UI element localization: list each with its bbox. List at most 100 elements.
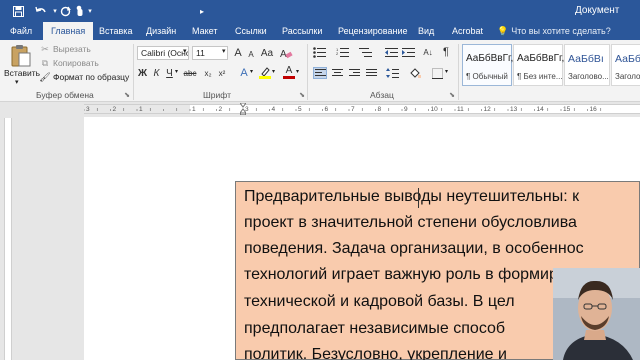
font-color-icon[interactable]: A — [283, 65, 295, 76]
multilevel-list-icon[interactable] — [358, 46, 372, 58]
align-right-icon[interactable] — [347, 67, 361, 79]
sort-icon[interactable]: A↓ — [421, 46, 435, 58]
paste-dropdown-icon[interactable]: ▾ — [15, 78, 19, 86]
paragraph-line[interactable]: проект в значительной степени обусловлив… — [244, 214, 577, 232]
ruler-number: 16 — [589, 106, 597, 113]
paragraph-line[interactable]: Предварительные выводы неутешительны: к — [244, 188, 579, 206]
indent-marker-icon[interactable] — [240, 103, 246, 115]
horizontal-ruler[interactable]: 3 2 1 1 2 3 4 5 6 7 8 9 10 11 12 13 14 15 16 — [0, 102, 640, 116]
show-formatting-icon[interactable]: ¶ — [440, 46, 452, 58]
paragraph-line[interactable]: поведения. Задача организации, в особенн… — [244, 240, 584, 258]
ruler-number: 15 — [563, 106, 571, 113]
copy-icon: ⧉ — [41, 57, 49, 68]
shrink-font-icon[interactable]: A — [246, 48, 256, 60]
tab-review[interactable]: Рецензирование — [338, 22, 408, 40]
font-launcher-icon[interactable]: ⬊ — [298, 91, 306, 99]
font-color-dropdown-icon[interactable]: ▾ — [296, 68, 299, 75]
paste-button-label[interactable]: Вставить — [4, 68, 40, 78]
tab-file[interactable]: Файл — [10, 22, 32, 40]
style-sample: АаБбВ — [615, 53, 640, 65]
borders-dropdown-icon[interactable]: ▾ — [445, 68, 448, 75]
borders-icon[interactable] — [430, 67, 444, 79]
separator — [458, 44, 459, 100]
customize-toolbar-icon[interactable]: ▾ — [86, 3, 94, 19]
ruler-ticks — [84, 108, 602, 111]
style-sample: АаБбВı — [568, 53, 604, 65]
ruler-number: 3 — [86, 106, 90, 113]
ruler-number: 1 — [192, 106, 196, 113]
ruler-number: 4 — [271, 106, 276, 113]
style-heading-1[interactable]: АаБбВı Заголово... — [564, 44, 610, 86]
highlight-dropdown-icon[interactable]: ▾ — [272, 68, 275, 75]
style-no-spacing[interactable]: АаБбВвГг, ¶ Без инте... — [513, 44, 564, 86]
separator — [133, 44, 134, 100]
ruler-number: 8 — [377, 106, 382, 113]
subscript-button[interactable]: x₂ — [202, 67, 214, 79]
tab-mailings[interactable]: Рассылки — [282, 22, 322, 40]
font-color-bar — [283, 76, 295, 79]
paragraph-line[interactable]: технической и кадровой базы. В цел — [244, 293, 515, 311]
format-painter-icon: 🖌 — [39, 71, 51, 82]
paste-icon[interactable] — [8, 43, 34, 69]
paragraph-line[interactable]: предполагает независимые способ — [244, 320, 505, 338]
tab-view[interactable]: Вид — [418, 22, 434, 40]
ruler-strip: 3 2 1 1 2 3 4 5 6 7 8 9 10 11 12 13 14 15 16 — [84, 104, 640, 114]
text-cursor — [418, 188, 419, 208]
paragraph-line[interactable]: политик. Безусловно, укрепление и — [244, 346, 507, 360]
tab-references[interactable]: Ссылки — [235, 22, 267, 40]
undo-icon[interactable] — [31, 3, 51, 19]
ruler-number: 5 — [298, 106, 302, 113]
tab-acrobat[interactable]: Acrobat — [452, 22, 483, 40]
paragraph-launcher-icon[interactable]: ⬊ — [448, 91, 456, 99]
text-effects-dropdown-icon[interactable]: ▾ — [250, 68, 253, 75]
ruler-number: 13 — [510, 106, 518, 113]
cut-button[interactable]: Вырезать — [53, 44, 91, 54]
clipboard-launcher-icon[interactable]: ⬊ — [123, 91, 131, 99]
grow-font-icon[interactable]: A — [232, 46, 244, 60]
word-window: ▾ ▾ ▸ Документ Файл Главная Вставка Диза… — [0, 0, 640, 360]
document-title: Документ — [575, 5, 620, 16]
tab-layout[interactable]: Макет — [192, 22, 217, 40]
format-painter-button[interactable]: Формат по образцу — [53, 72, 129, 82]
change-case-icon[interactable]: Aa — [259, 46, 275, 60]
vertical-ruler[interactable] — [0, 116, 14, 360]
scissors-icon: ✂ — [41, 43, 49, 54]
touch-mode-icon[interactable] — [74, 3, 86, 19]
superscript-button[interactable]: x² — [216, 67, 228, 79]
italic-button[interactable]: К — [151, 67, 162, 79]
font-name-box[interactable]: Calibri (Основ — [137, 46, 189, 60]
font-size-dropdown-icon[interactable]: ▾ — [222, 47, 226, 55]
vertical-ruler-strip — [4, 118, 12, 360]
tell-me-search[interactable]: 💡 Что вы хотите сделать? — [497, 22, 611, 40]
copy-button[interactable]: Копировать — [53, 58, 99, 68]
tab-design[interactable]: Дизайн — [146, 22, 176, 40]
underline-dropdown-icon[interactable]: ▾ — [175, 68, 178, 75]
line-spacing-icon[interactable] — [385, 67, 399, 79]
align-left-icon[interactable] — [313, 67, 327, 79]
paragraph-line[interactable]: технологий играет важную роль в формиров… — [244, 266, 584, 284]
ribbon-tabs: Файл Главная Вставка Дизайн Макет Ссылки… — [0, 22, 640, 40]
svg-text:A: A — [280, 49, 287, 59]
align-center-icon[interactable] — [330, 67, 344, 79]
font-group-label: Шрифт — [203, 90, 231, 100]
tab-insert[interactable]: Вставка — [99, 22, 132, 40]
numbering-icon[interactable]: 12 — [335, 46, 349, 58]
redo-icon[interactable] — [58, 3, 72, 19]
bold-button[interactable]: Ж — [137, 67, 148, 79]
highlight-icon[interactable] — [258, 66, 272, 79]
justify-icon[interactable] — [364, 67, 378, 79]
decrease-indent-icon[interactable] — [384, 46, 398, 58]
style-heading-2[interactable]: АаБбВ Заголово... — [611, 44, 640, 86]
underline-button[interactable]: Ч — [164, 67, 175, 79]
tab-home[interactable]: Главная — [43, 22, 94, 40]
text-effects-icon[interactable]: A — [238, 66, 250, 79]
font-name-dropdown-icon[interactable]: ▾ — [183, 47, 187, 55]
clear-formatting-icon[interactable]: A — [279, 46, 293, 60]
ruler-number: 2 — [112, 106, 117, 113]
bullets-icon[interactable] — [312, 46, 326, 58]
increase-indent-icon[interactable] — [401, 46, 415, 58]
save-icon[interactable] — [10, 3, 26, 19]
style-normal[interactable]: АаБбВвГг, ¶ Обычный — [462, 44, 513, 86]
strikethrough-button[interactable]: abc — [181, 67, 199, 79]
shading-icon[interactable] — [408, 67, 422, 79]
